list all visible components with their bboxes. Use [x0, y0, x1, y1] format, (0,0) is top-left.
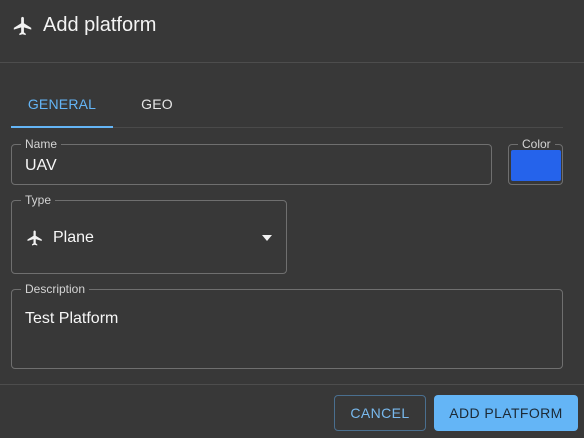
name-field[interactable]: Name — [11, 138, 492, 185]
name-input-value[interactable]: UAV — [25, 157, 57, 175]
cancel-button[interactable]: CANCEL — [334, 395, 426, 431]
name-label: Name — [25, 137, 58, 151]
type-label: Type — [25, 193, 52, 207]
active-tab-indicator — [11, 126, 113, 128]
add-platform-button[interactable]: ADD PLATFORM — [434, 395, 578, 431]
tab-geo-label: GEO — [141, 96, 173, 112]
description-input-value[interactable]: Test Platform — [25, 310, 118, 328]
dropdown-caret-icon[interactable] — [262, 235, 272, 241]
add-platform-button-label: ADD PLATFORM — [449, 405, 563, 421]
cancel-button-label: CANCEL — [350, 405, 410, 421]
color-swatch[interactable] — [511, 150, 561, 181]
dialog-title: Add platform — [43, 14, 157, 36]
plane-icon — [27, 230, 42, 246]
tab-general[interactable]: GENERAL — [11, 96, 113, 128]
tab-general-label: GENERAL — [27, 96, 97, 112]
plane-icon — [13, 16, 32, 36]
tab-geo[interactable]: GEO — [113, 96, 201, 128]
footer-divider — [0, 384, 584, 385]
description-label: Description — [25, 282, 86, 296]
type-selected-value[interactable]: Plane — [53, 229, 94, 247]
dialog-header: Add platform — [0, 0, 584, 63]
color-label: Color — [522, 137, 551, 151]
